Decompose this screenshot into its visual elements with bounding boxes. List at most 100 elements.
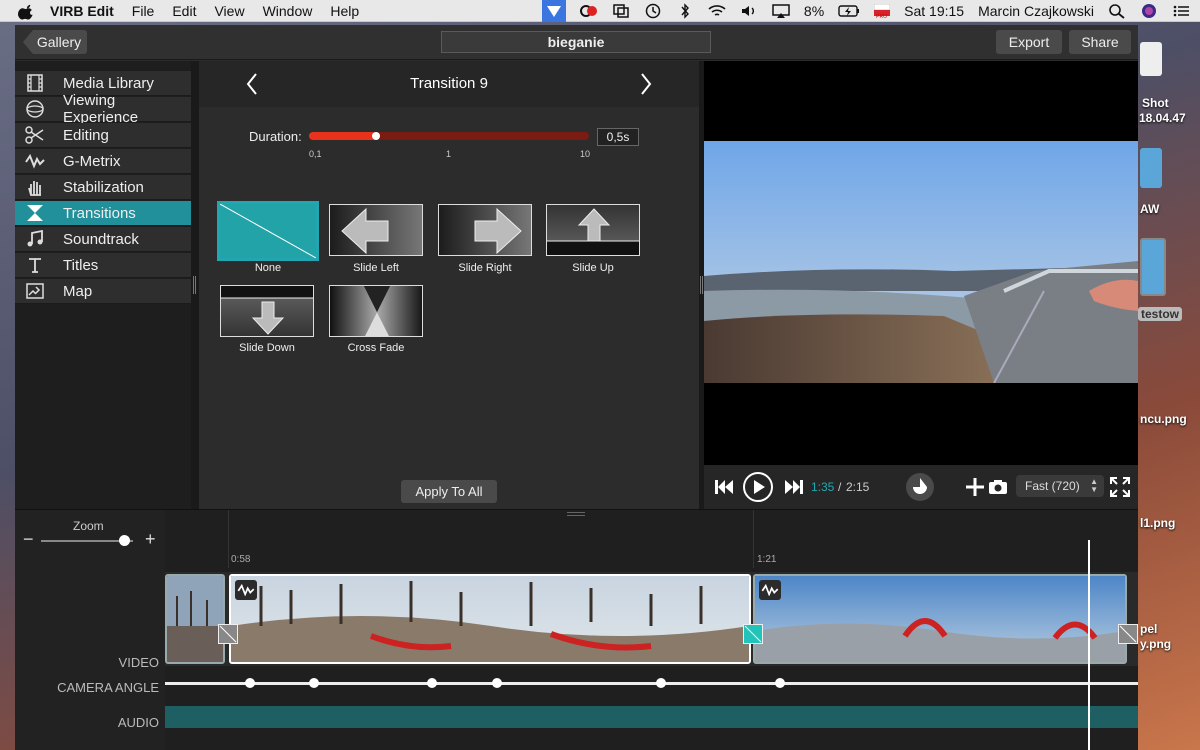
transition-slide-up[interactable] xyxy=(546,204,640,256)
wifi-icon[interactable] xyxy=(708,3,726,19)
camera-angle-keyframe[interactable] xyxy=(656,678,666,688)
zoom-out-button[interactable]: − xyxy=(23,529,34,550)
fullscreen-icon[interactable] xyxy=(1110,477,1130,497)
splitter-grip[interactable] xyxy=(193,276,196,294)
timeline-ruler[interactable]: 0:58 1:21 xyxy=(165,510,1138,568)
apply-to-all-button[interactable]: Apply To All xyxy=(401,480,497,503)
apple-icon[interactable] xyxy=(18,2,36,20)
camera-angle-keyframe[interactable] xyxy=(427,678,437,688)
snapshot-camera-icon[interactable] xyxy=(988,479,1008,495)
playhead[interactable] xyxy=(1088,540,1090,750)
video-clip-selected[interactable] xyxy=(229,574,751,664)
window-layout-icon[interactable] xyxy=(612,3,630,19)
arrow-down-icon xyxy=(221,286,313,335)
desktop-label: l1.png xyxy=(1140,516,1176,530)
desktop-folder-icon[interactable] xyxy=(1140,238,1166,296)
creative-cloud-icon[interactable] xyxy=(579,3,598,19)
transition-none-icon xyxy=(1119,625,1137,643)
gallery-button[interactable]: Gallery xyxy=(23,30,87,54)
skip-back-icon[interactable] xyxy=(714,478,734,496)
menu-edit[interactable]: Edit xyxy=(172,3,196,19)
volume-icon[interactable] xyxy=(740,3,758,19)
video-preview[interactable] xyxy=(704,61,1138,465)
sidebar-item-editing[interactable]: Editing xyxy=(15,123,191,148)
transition-marker-selected[interactable] xyxy=(743,624,763,644)
sidebar-item-stabilization[interactable]: Stabilization xyxy=(15,175,191,200)
video-track[interactable] xyxy=(165,572,1138,666)
playback-quality-select[interactable]: Fast (720) ▲ ▼ xyxy=(1016,475,1104,497)
app-name[interactable]: VIRB Edit xyxy=(50,3,114,19)
chevron-right-icon[interactable] xyxy=(639,72,653,96)
menu-view[interactable]: View xyxy=(214,3,244,19)
arrow-up-icon xyxy=(547,208,639,255)
transition-none[interactable] xyxy=(217,201,319,261)
sidebar-item-g-metrix[interactable]: G-Metrix xyxy=(15,149,191,174)
add-icon[interactable] xyxy=(964,476,986,498)
battery-charging-icon[interactable] xyxy=(838,3,860,19)
camera-angle-keyframe[interactable] xyxy=(245,678,255,688)
clock[interactable]: Sat 19:15 xyxy=(904,3,964,19)
music-note-icon xyxy=(25,230,45,248)
user-name[interactable]: Marcin Czajkowski xyxy=(978,3,1094,19)
menu-file[interactable]: File xyxy=(132,3,155,19)
splitter-grip[interactable] xyxy=(700,276,703,294)
garmin-express-icon[interactable] xyxy=(541,0,566,22)
sidebar-item-label: Transitions xyxy=(63,204,136,222)
sidebar-item-transitions[interactable]: Transitions xyxy=(15,201,191,226)
input-source-flag[interactable]: PRO xyxy=(873,3,891,20)
duration-slider-handle[interactable] xyxy=(372,132,381,140)
document-title-field[interactable]: bieganie xyxy=(441,31,711,53)
gmetrix-badge-icon[interactable] xyxy=(759,580,781,600)
timeline: Zoom − + VIDEO CAMERA ANGLE AUDIO 0:58 1… xyxy=(15,509,1138,750)
transition-icon xyxy=(25,204,45,222)
video-clip[interactable] xyxy=(165,574,225,664)
duration-value-field[interactable]: 0,5s xyxy=(597,128,639,146)
spotlight-search-icon[interactable] xyxy=(1108,3,1126,19)
airplay-icon[interactable] xyxy=(772,3,790,19)
transition-slide-down[interactable] xyxy=(220,285,314,337)
camera-view-icon[interactable] xyxy=(904,472,936,502)
transition-marker[interactable] xyxy=(1118,624,1138,644)
skip-forward-icon[interactable] xyxy=(784,478,804,496)
film-icon xyxy=(25,74,45,92)
transition-slide-right[interactable] xyxy=(438,204,532,256)
zoom-slider-handle[interactable] xyxy=(118,535,130,546)
battery-percent: 8% xyxy=(803,3,825,19)
desktop-folder-icon[interactable] xyxy=(1140,148,1162,188)
timeline-track-headers: Zoom − + VIDEO CAMERA ANGLE AUDIO xyxy=(15,510,165,750)
sidebar-item-soundtrack[interactable]: Soundtrack xyxy=(15,227,191,252)
sidebar-item-titles[interactable]: Titles xyxy=(15,253,191,278)
transition-marker[interactable] xyxy=(218,624,238,644)
sidebar-splitter[interactable] xyxy=(191,61,199,509)
camera-angle-keyframe[interactable] xyxy=(309,678,319,688)
sidebar-item-viewing-experience[interactable]: Viewing Experience xyxy=(15,92,191,126)
sidebar-item-map[interactable]: Map xyxy=(15,279,191,304)
video-clip[interactable] xyxy=(753,574,1127,664)
sidebar-item-label: G-Metrix xyxy=(63,152,121,170)
desktop-label: pel xyxy=(1140,622,1158,636)
ruler-label: 1:21 xyxy=(757,554,777,565)
menu-help[interactable]: Help xyxy=(330,3,359,19)
menu-window[interactable]: Window xyxy=(263,3,313,19)
bluetooth-icon[interactable] xyxy=(676,3,694,19)
siri-icon[interactable] xyxy=(1140,3,1158,19)
notification-center-icon[interactable] xyxy=(1172,3,1190,19)
transition-slide-left[interactable] xyxy=(329,204,423,256)
time-machine-icon[interactable] xyxy=(644,3,662,19)
desktop-file-icon[interactable] xyxy=(1140,42,1162,76)
duration-slider[interactable] xyxy=(309,132,589,140)
sidebar-item-label: Stabilization xyxy=(63,178,144,196)
transition-cross-fade[interactable] xyxy=(329,285,423,337)
playback-quality-value: Fast (720) xyxy=(1025,479,1080,493)
sidebar: Media Library Viewing Experience Editing… xyxy=(15,61,191,509)
camera-angle-keyframe[interactable] xyxy=(492,678,502,688)
export-button[interactable]: Export xyxy=(996,30,1062,54)
gmetrix-badge-icon[interactable] xyxy=(235,580,257,600)
panel-header: Transition 9 xyxy=(199,61,699,107)
play-icon[interactable] xyxy=(742,471,774,503)
share-button[interactable]: Share xyxy=(1069,30,1131,54)
audio-track[interactable] xyxy=(165,706,1138,728)
gmetrix-icon xyxy=(25,152,45,170)
camera-angle-keyframe[interactable] xyxy=(775,678,785,688)
zoom-in-button[interactable]: + xyxy=(145,529,156,550)
